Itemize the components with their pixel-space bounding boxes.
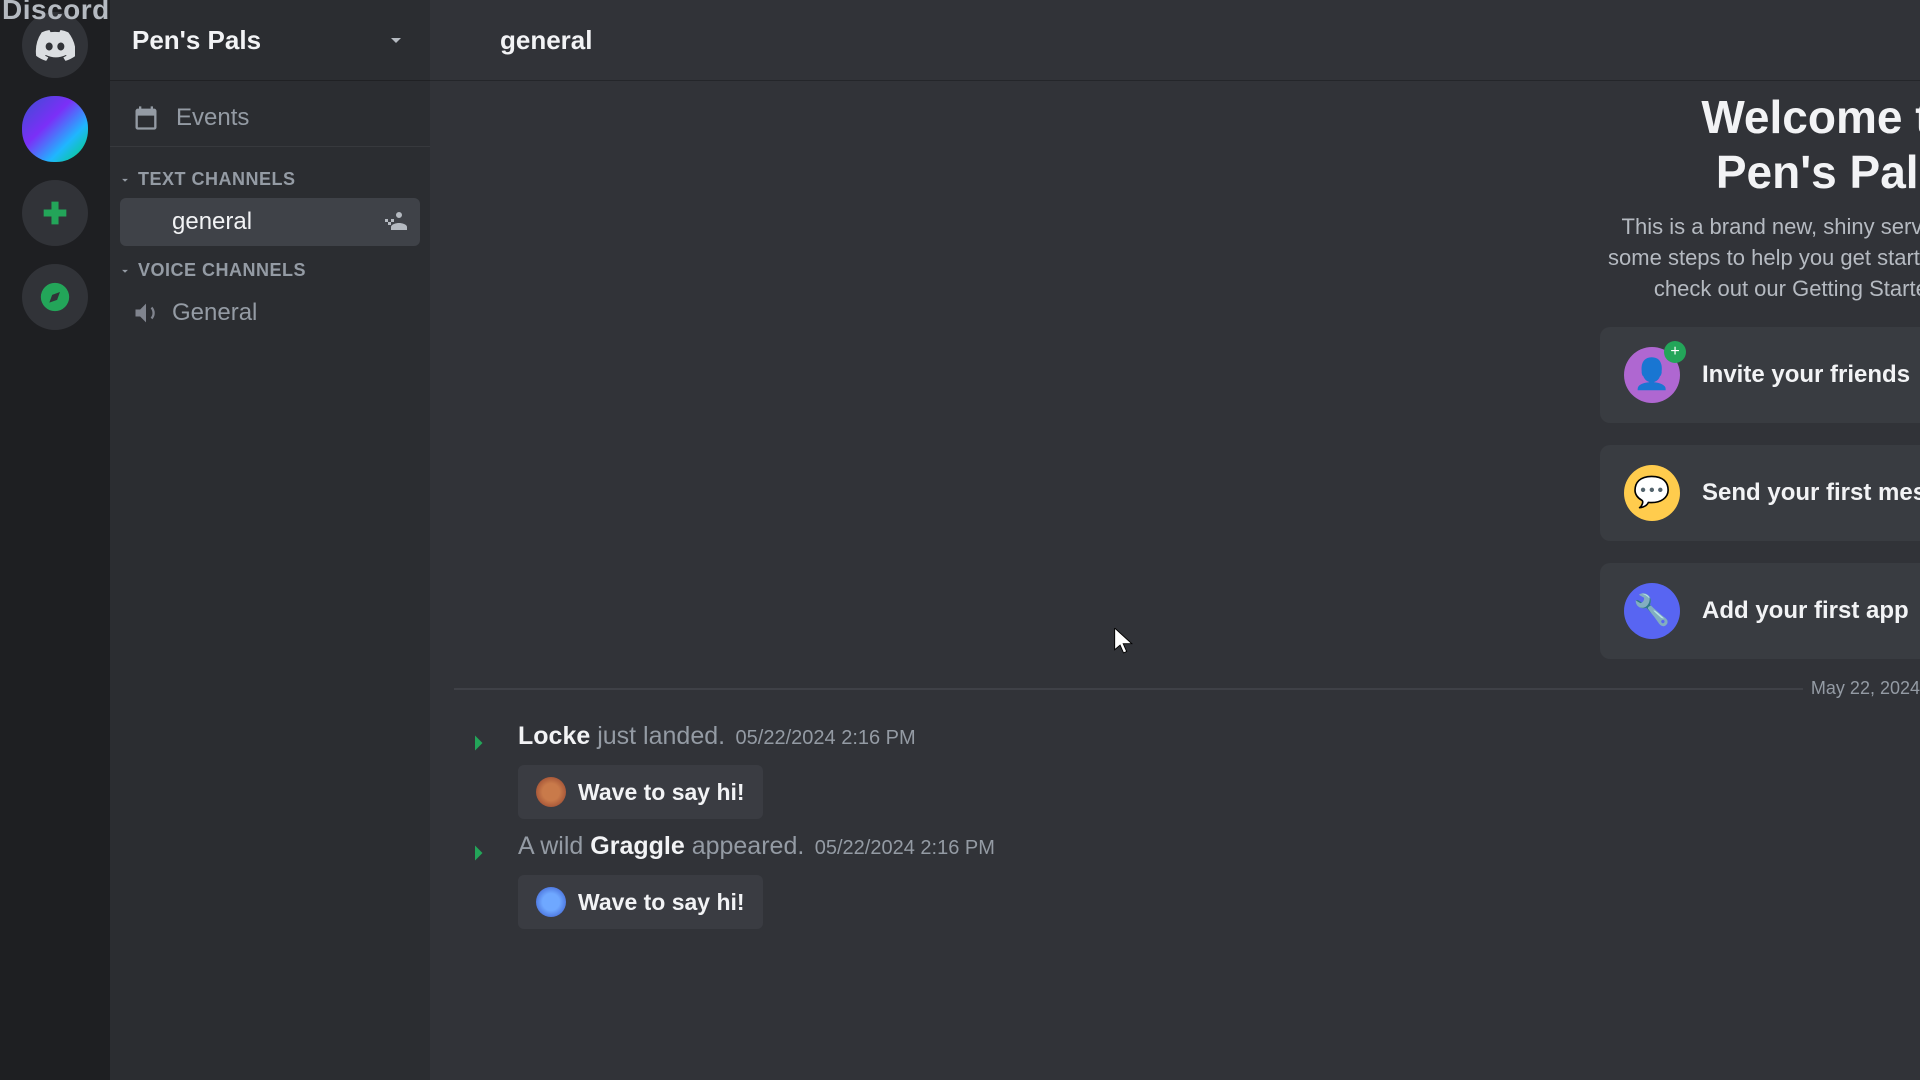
invite-people-icon[interactable]: [384, 210, 408, 234]
username: Graggle: [590, 832, 684, 860]
speaker-icon: [132, 299, 160, 327]
send-message-icon: 💬: [1624, 465, 1680, 521]
join-arrow-icon: [460, 728, 490, 758]
plus-icon: [38, 196, 72, 230]
welcome-card-label: Add your first app: [1702, 597, 1909, 625]
calendar-icon: [132, 104, 160, 132]
channel-sidebar: Pen's Pals Events TEXT CHANNELS general …: [110, 0, 430, 1080]
server-icon-pens-pals[interactable]: [22, 96, 88, 162]
add-app-icon: 🔧: [1624, 583, 1680, 639]
system-message: A wild Graggle appeared. 05/22/2024 2:16…: [460, 832, 995, 929]
app-wordmark: Discord: [2, 0, 110, 26]
date-divider: May 22, 2024: [454, 688, 1920, 690]
server-rail: Discord: [0, 0, 110, 1080]
chevron-down-icon: [118, 264, 132, 278]
events-link[interactable]: Events: [110, 90, 430, 147]
category-text-channels[interactable]: TEXT CHANNELS: [110, 157, 430, 196]
system-message-text: Locke just landed.: [518, 722, 725, 750]
join-arrow-icon: [460, 838, 490, 868]
welcome-card-label: Send your first message: [1702, 479, 1920, 507]
messages-area: Welcome to Pen's Pals This is a brand ne…: [430, 80, 1920, 1080]
wave-button-label: Wave to say hi!: [578, 889, 745, 916]
wave-emoji-icon: [536, 887, 566, 917]
hash-icon: [452, 23, 486, 57]
welcome-panel: Welcome to Pen's Pals This is a brand ne…: [1600, 90, 1920, 659]
system-message-text: A wild Graggle appeared.: [518, 832, 804, 860]
main: general Welcome to Pen's Pals This is a …: [430, 0, 1920, 1080]
welcome-subtitle: This is a brand new, shiny server. Here …: [1600, 212, 1920, 304]
category-label: VOICE CHANNELS: [138, 260, 306, 281]
message-timestamp: 05/22/2024 2:16 PM: [815, 837, 995, 859]
channel-general-text[interactable]: general: [120, 198, 420, 246]
channel-topbar: general: [430, 0, 1920, 80]
username: Locke: [518, 722, 590, 750]
events-label: Events: [176, 104, 249, 132]
compass-icon: [38, 280, 72, 314]
wave-emoji-icon: [536, 777, 566, 807]
welcome-card-app[interactable]: 🔧 Add your first app: [1600, 563, 1920, 659]
chevron-down-icon: [384, 28, 408, 52]
discord-logo-icon: [35, 25, 75, 65]
welcome-card-message[interactable]: 💬 Send your first message: [1600, 445, 1920, 541]
date-divider-label: May 22, 2024: [1803, 678, 1920, 699]
welcome-card-label: Invite your friends: [1702, 361, 1910, 389]
system-message: Locke just landed. 05/22/2024 2:16 PM Wa…: [460, 722, 916, 819]
chevron-down-icon: [118, 173, 132, 187]
category-label: TEXT CHANNELS: [138, 169, 296, 190]
server-header[interactable]: Pen's Pals: [110, 0, 430, 80]
server-name: Pen's Pals: [132, 25, 261, 56]
wave-button[interactable]: Wave to say hi!: [518, 765, 763, 819]
wave-button-label: Wave to say hi!: [578, 779, 745, 806]
channel-name: General: [172, 299, 408, 327]
category-voice-channels[interactable]: VOICE CHANNELS: [110, 248, 430, 287]
discover-servers-button[interactable]: [22, 264, 88, 330]
invite-friends-icon: 👤: [1624, 347, 1680, 403]
channel-name: general: [172, 208, 372, 236]
add-server-button[interactable]: [22, 180, 88, 246]
wave-button[interactable]: Wave to say hi!: [518, 875, 763, 929]
hash-icon: [132, 208, 160, 236]
channel-general-voice[interactable]: General: [120, 289, 420, 337]
channel-title: general: [500, 25, 593, 56]
message-timestamp: 05/22/2024 2:16 PM: [736, 727, 916, 749]
welcome-title: Welcome to Pen's Pals: [1600, 90, 1920, 200]
welcome-card-invite[interactable]: 👤 Invite your friends: [1600, 327, 1920, 423]
mouse-cursor: [1113, 628, 1135, 661]
